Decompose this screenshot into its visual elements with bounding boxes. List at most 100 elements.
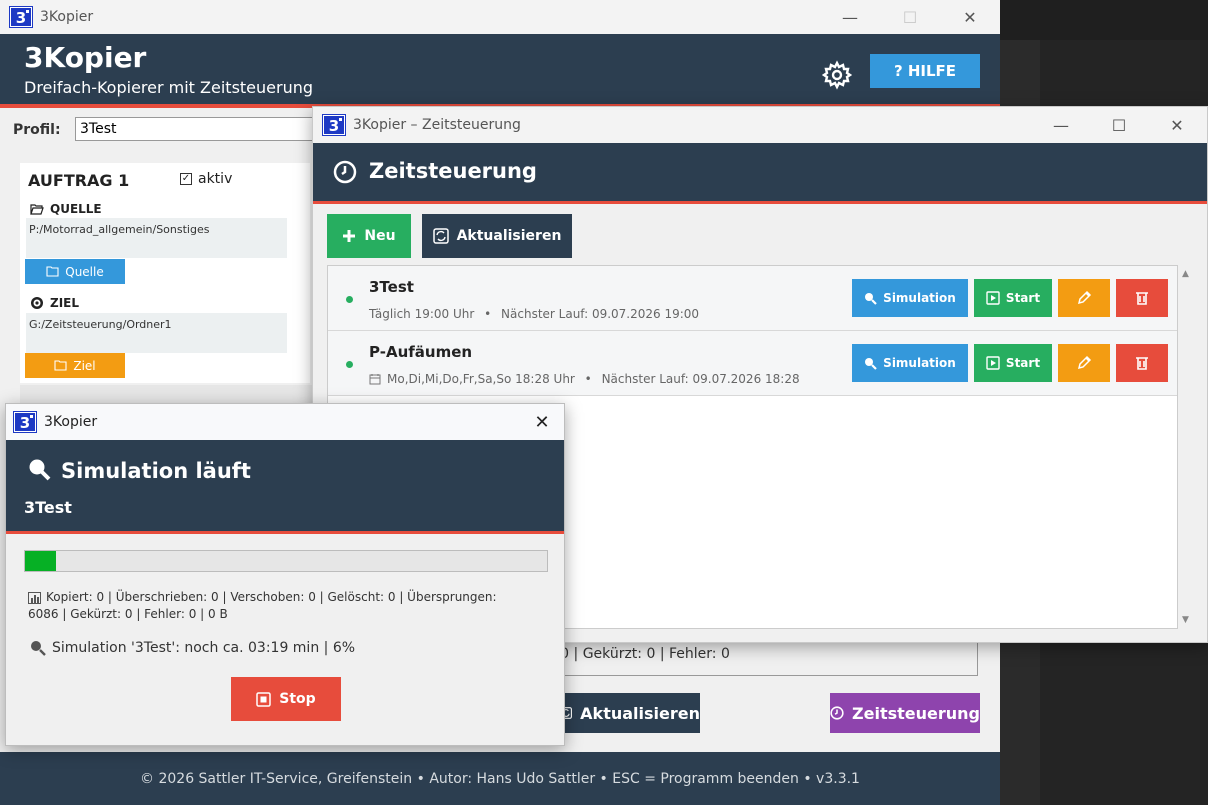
main-titlebar: 3 3Kopier — ☐ ✕ <box>0 0 1000 34</box>
refresh-label: Aktualisieren <box>456 228 562 244</box>
schedule-button[interactable]: Zeitsteuerung <box>830 693 980 733</box>
stop-label: Stop <box>279 691 316 707</box>
job-title: AUFTRAG 1 <box>28 171 130 190</box>
simulation-label: Simulation <box>883 356 956 370</box>
simulation-titlebar: 3 3Kopier ✕ <box>6 404 564 440</box>
stop-button[interactable]: Stop <box>231 677 341 721</box>
source-button[interactable]: Quelle <box>25 259 125 284</box>
calendar-icon <box>369 374 381 385</box>
app-header: 3Kopier Dreifach-Kopierer mit Zeitsteuer… <box>0 34 1000 108</box>
minimize-button[interactable]: — <box>820 0 880 34</box>
delete-button[interactable] <box>1116 344 1168 382</box>
meta-separator: • <box>480 307 496 321</box>
scroll-up-arrow-icon[interactable]: ▲ <box>1182 269 1189 279</box>
folder-icon <box>46 266 59 277</box>
schedule-row[interactable]: 3Test Täglich 19:00 Uhr • Nächster Lauf:… <box>328 266 1177 331</box>
close-button[interactable]: ✕ <box>940 0 1000 34</box>
delete-button[interactable] <box>1116 279 1168 317</box>
clock-icon <box>333 160 357 184</box>
header-accent-line <box>6 531 564 534</box>
active-label: aktiv <box>198 171 233 187</box>
plus-icon <box>343 230 356 242</box>
app-logo-icon: 3 <box>322 114 346 136</box>
simulation-job-name: 3Test <box>24 498 72 517</box>
clock-icon <box>830 706 844 720</box>
source-button-label: Quelle <box>65 264 104 279</box>
profile-select[interactable] <box>75 117 320 141</box>
target-label-text: ZIEL <box>50 296 80 310</box>
app-title: 3Kopier <box>24 41 147 74</box>
status-dot <box>346 361 353 368</box>
edit-button[interactable] <box>1058 279 1110 317</box>
app-logo-icon: 3 <box>13 411 37 433</box>
meta-separator: • <box>580 372 596 386</box>
profile-bar: Profil: <box>0 108 320 152</box>
status-dot <box>346 296 353 303</box>
job-active-toggle[interactable]: ✓ aktiv <box>180 171 232 187</box>
new-schedule-button[interactable]: Neu <box>327 214 411 258</box>
schedule-time: Täglich 19:00 Uhr <box>369 307 475 321</box>
magnifier-icon <box>29 459 51 481</box>
schedule-scrollbar[interactable]: ▲ ▼ <box>1179 265 1195 629</box>
schedule-meta: Mo,Di,Mi,Do,Fr,Sa,So 18:28 Uhr • Nächste… <box>369 372 800 386</box>
close-button[interactable]: ✕ <box>520 404 564 440</box>
footer: © 2026 Sattler IT-Service, Greifenstein … <box>0 752 1000 805</box>
refresh-icon <box>432 228 449 244</box>
magnifier-icon <box>865 292 877 305</box>
start-label: Start <box>1005 356 1041 370</box>
source-label-text: QUELLE <box>50 202 102 216</box>
gear-icon[interactable] <box>822 60 852 90</box>
schedule-refresh-button[interactable]: Aktualisieren <box>422 214 572 258</box>
profile-label: Profil: <box>13 122 61 138</box>
help-button[interactable]: ? HILFE <box>870 54 980 88</box>
app-subtitle: Dreifach-Kopierer mit Zeitsteuerung <box>24 78 314 97</box>
folder-open-icon <box>30 204 44 215</box>
trash-icon <box>1136 292 1148 305</box>
maximize-button[interactable]: ☐ <box>1090 107 1148 143</box>
start-button[interactable]: Start <box>974 344 1052 382</box>
target-path: G:/Zeitsteuerung/Ordner1 <box>26 313 287 353</box>
simulation-button[interactable]: Simulation <box>852 344 968 382</box>
schedule-window-title: 3Kopier – Zeitsteuerung <box>353 117 521 133</box>
progress-fill <box>25 551 57 571</box>
simulation-button[interactable]: Simulation <box>852 279 968 317</box>
main-refresh-button[interactable]: Aktualisieren <box>548 693 700 733</box>
target-button-label: Ziel <box>73 358 96 373</box>
play-icon <box>986 291 1000 305</box>
stats-line-1: Kopiert: 0 | Überschrieben: 0 | Verschob… <box>46 590 497 604</box>
header-accent-line <box>313 201 1207 204</box>
simulation-window-title: 3Kopier <box>44 414 98 430</box>
schedule-meta: Täglich 19:00 Uhr • Nächster Lauf: 09.07… <box>369 307 699 321</box>
window-title: 3Kopier <box>40 9 94 25</box>
simulation-status: Simulation '3Test': noch ca. 03:19 min |… <box>30 640 355 656</box>
next-run: Nächster Lauf: 09.07.2026 18:28 <box>601 372 800 386</box>
simulation-title: Simulation läuft <box>61 459 251 483</box>
target-button[interactable]: Ziel <box>25 353 125 378</box>
stop-icon <box>256 691 272 707</box>
schedule-name: 3Test <box>369 278 414 296</box>
start-label: Start <box>1005 291 1041 305</box>
main-refresh-label: Aktualisieren <box>580 703 700 723</box>
target-icon <box>31 297 43 309</box>
minimize-button[interactable]: — <box>1032 107 1090 143</box>
trash-icon <box>1136 357 1148 370</box>
edit-button[interactable] <box>1058 344 1110 382</box>
magnifier-icon <box>31 641 46 656</box>
stats-line-2: 6086 | Gekürzt: 0 | Fehler: 0 | 0 B <box>28 607 228 621</box>
schedule-name: P-Aufäumen <box>369 343 473 361</box>
play-icon <box>986 356 1000 370</box>
simulation-stats: Kopiert: 0 | Überschrieben: 0 | Verschob… <box>28 589 528 623</box>
simulation-label: Simulation <box>883 291 956 305</box>
schedule-titlebar: 3 3Kopier – Zeitsteuerung — ☐ ✕ <box>313 107 1207 143</box>
schedule-row[interactable]: P-Aufäumen Mo,Di,Mi,Do,Fr,Sa,So 18:28 Uh… <box>328 331 1177 396</box>
maximize-button[interactable]: ☐ <box>880 0 940 34</box>
scroll-down-arrow-icon[interactable]: ▼ <box>1182 615 1189 625</box>
source-section-label: QUELLE <box>30 202 102 216</box>
active-checkbox[interactable]: ✓ <box>180 173 192 185</box>
app-logo-icon: 3 <box>9 6 33 28</box>
source-path: P:/Motorrad_allgemein/Sonstiges <box>26 218 287 258</box>
start-button[interactable]: Start <box>974 279 1052 317</box>
close-button[interactable]: ✕ <box>1148 107 1206 143</box>
new-label: Neu <box>364 228 396 244</box>
target-section-label: ZIEL <box>30 296 79 310</box>
